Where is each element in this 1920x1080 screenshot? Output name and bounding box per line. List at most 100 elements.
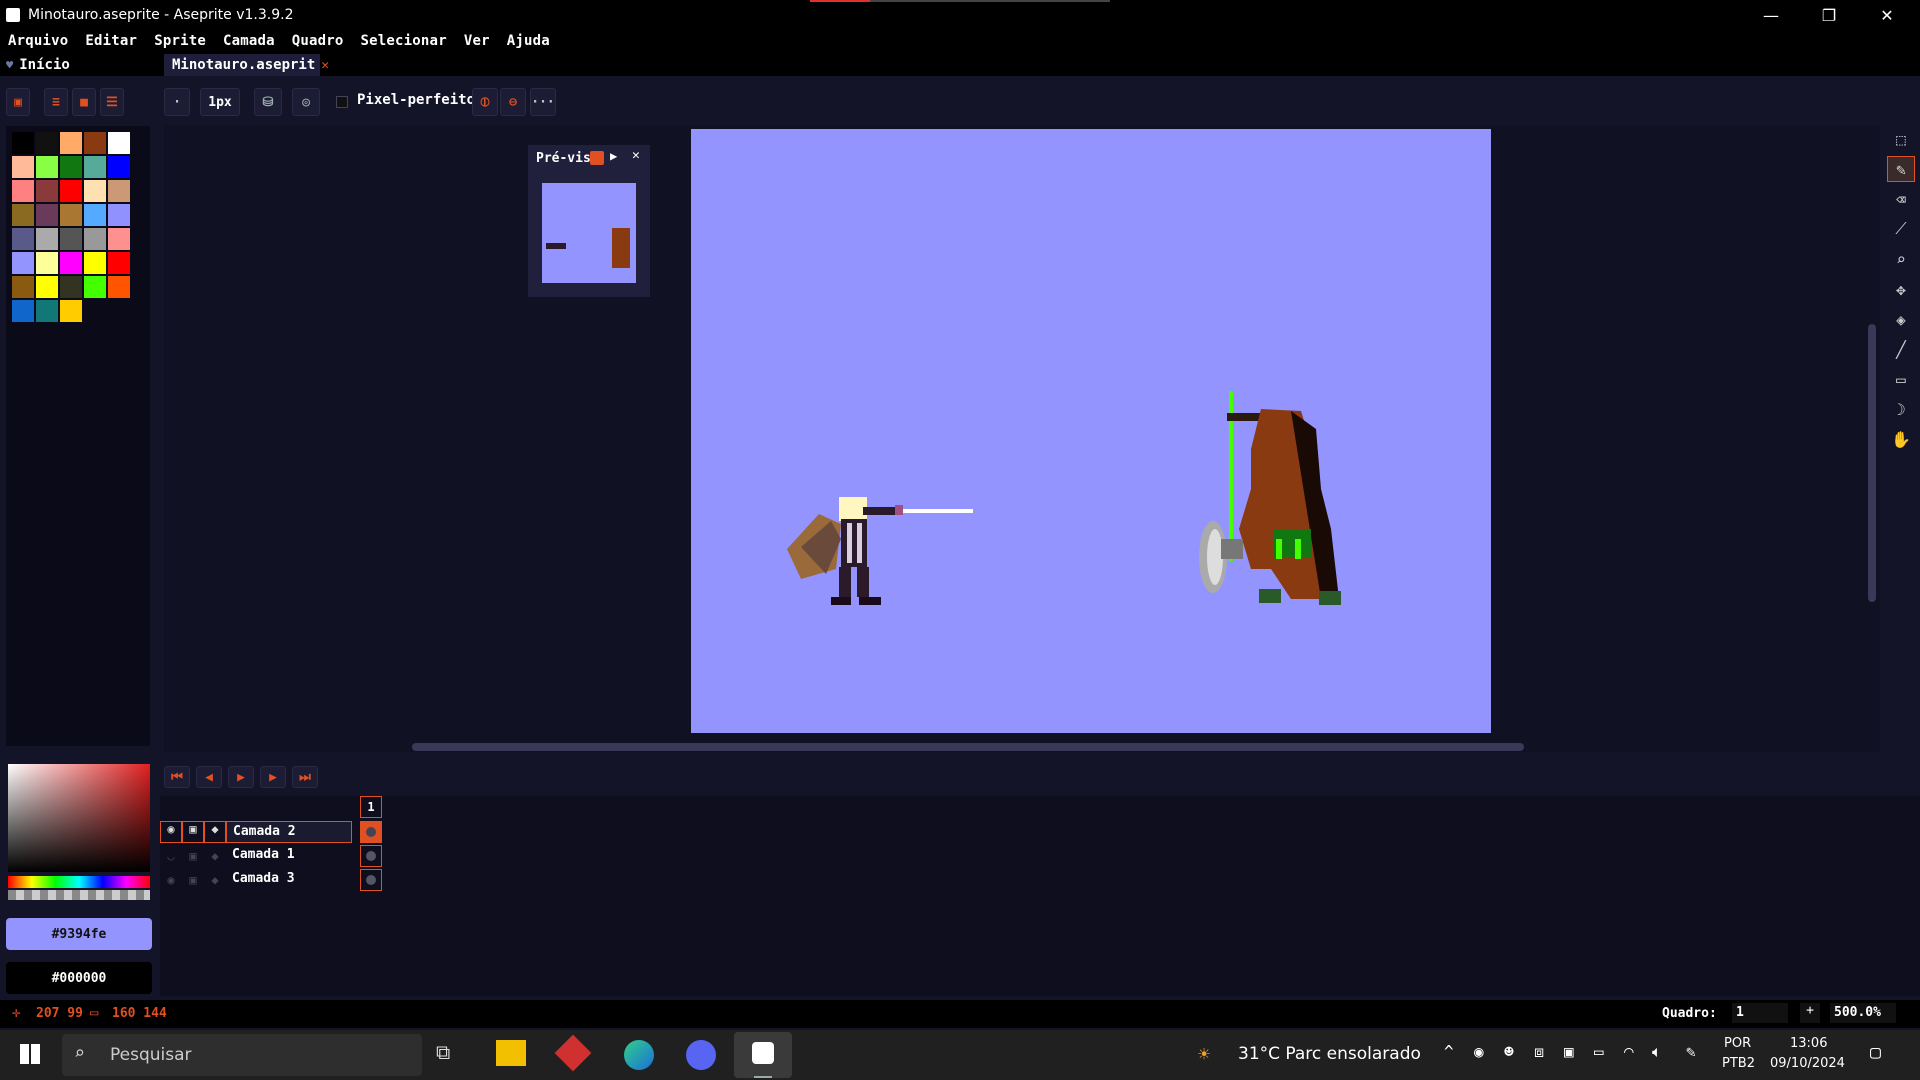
tab-file[interactable]: Minotauro.aseprit ✕ <box>164 54 329 76</box>
play-icon[interactable]: ▶ <box>228 766 254 788</box>
contour-tool-icon[interactable]: ☽ <box>1887 396 1915 422</box>
eye-hidden-icon[interactable]: ◡ <box>160 849 182 863</box>
zoom-input[interactable]: 500.0% <box>1830 1003 1896 1023</box>
palette-swatch[interactable] <box>12 156 34 178</box>
symmetry-vertical-icon[interactable]: ⦶ <box>472 88 498 116</box>
continuous-icon[interactable]: ◆ <box>204 873 226 887</box>
pen-icon[interactable]: ✎ <box>1686 1042 1696 1061</box>
first-frame-icon[interactable]: ⏮ <box>164 766 190 788</box>
ink-icon[interactable]: ⛁ <box>254 88 282 116</box>
cel[interactable] <box>360 869 382 891</box>
frame-header[interactable]: 1 <box>360 796 382 818</box>
tray-chevron-icon[interactable]: ^ <box>1444 1042 1454 1061</box>
layer-row[interactable]: ◉ ▣ ◆ Camada 3 <box>160 868 550 892</box>
discord-icon[interactable] <box>686 1040 716 1070</box>
palette-swatch[interactable] <box>12 204 34 226</box>
blur-tool-icon[interactable]: ✋ <box>1887 426 1915 452</box>
palette-swatch[interactable] <box>60 156 82 178</box>
palette-swatch[interactable] <box>60 180 82 202</box>
menu-arquivo[interactable]: Arquivo <box>8 33 68 49</box>
minimize-button[interactable]: — <box>1742 0 1800 30</box>
menu-camada[interactable]: Camada <box>223 33 275 49</box>
opacity-icon[interactable]: ◎ <box>292 88 320 116</box>
eyedropper-tool-icon[interactable]: ⟋ <box>1887 216 1915 242</box>
foreground-color-button[interactable]: #9394fe <box>6 918 152 950</box>
palette-swatch[interactable] <box>60 204 82 226</box>
tray-record-icon[interactable]: ◉ <box>1474 1042 1484 1061</box>
tray-camera-icon[interactable]: ⧈ <box>1534 1042 1544 1062</box>
palette-swatch[interactable] <box>84 180 106 202</box>
palette-swatch[interactable] <box>108 204 130 226</box>
cel[interactable] <box>360 821 382 843</box>
tab-home[interactable]: ♥ Início <box>6 54 156 76</box>
symmetry-horizontal-icon[interactable]: ⊖ <box>500 88 526 116</box>
menu-selecionar[interactable]: Selecionar <box>361 33 447 49</box>
preview-close-icon[interactable]: ✕ <box>632 148 640 163</box>
last-frame-icon[interactable]: ⏭ <box>292 766 318 788</box>
continuous-icon[interactable]: ◆ <box>204 821 226 843</box>
notification-icon[interactable]: ▢ <box>1870 1042 1881 1063</box>
palette-swatch[interactable] <box>84 276 106 298</box>
palette-swatch[interactable] <box>12 180 34 202</box>
maximize-button[interactable]: ❐ <box>1800 0 1858 30</box>
preview-panel[interactable]: Pré-vis ▶ ✕ <box>528 145 650 297</box>
list-icon[interactable]: ☰ <box>100 88 124 116</box>
palette-swatch[interactable] <box>108 228 130 250</box>
pixel-perfect-checkbox[interactable] <box>336 96 348 108</box>
palette-swatch[interactable] <box>60 252 82 274</box>
more-options-button[interactable]: ··· <box>530 88 556 116</box>
lock-layer-icon[interactable]: ▣ <box>182 849 204 863</box>
edge-browser-icon[interactable] <box>624 1040 654 1070</box>
layer-name[interactable]: Camada 3 <box>226 869 352 891</box>
vertical-scrollbar[interactable] <box>1868 324 1876 602</box>
tray-discord-icon[interactable]: ☻ <box>1504 1042 1514 1061</box>
palette-swatch[interactable] <box>60 132 82 154</box>
menu-editar[interactable]: Editar <box>85 33 137 49</box>
palette-swatch[interactable] <box>36 276 58 298</box>
taskbar-search-box[interactable]: ⌕ Pesquisar <box>62 1034 422 1076</box>
aseprite-taskbar-button[interactable] <box>734 1032 792 1078</box>
palette-swatch[interactable] <box>84 204 106 226</box>
marquee-tool-icon[interactable]: ⬚ <box>1887 126 1915 152</box>
menu-quadro[interactable]: Quadro <box>292 33 344 49</box>
palette-swatch[interactable] <box>36 300 58 322</box>
palette-swatch[interactable] <box>84 156 106 178</box>
git-app-icon[interactable] <box>554 1034 592 1072</box>
palette-swatch[interactable] <box>36 228 58 250</box>
tray-screen-icon[interactable]: ▣ <box>1564 1042 1574 1061</box>
weather-text[interactable]: 31°C Parc ensolarado <box>1238 1044 1421 1064</box>
layer-row[interactable]: ◉ ▣ ◆ Camada 2 <box>160 820 550 844</box>
palette-swatch[interactable] <box>60 276 82 298</box>
palette-swatch[interactable] <box>36 132 58 154</box>
preview-zoom-icon[interactable] <box>590 151 604 165</box>
pencil-tool-icon[interactable]: ✎ <box>1887 156 1915 182</box>
palette-swatch[interactable] <box>60 300 82 322</box>
next-frame-icon[interactable]: ▶ <box>260 766 286 788</box>
horizontal-scrollbar[interactable] <box>412 743 1524 751</box>
file-explorer-icon[interactable] <box>496 1040 526 1066</box>
fill-tool-icon[interactable]: ◈ <box>1887 306 1915 332</box>
line-tool-icon[interactable]: ╱ <box>1887 336 1915 362</box>
add-frame-button[interactable]: + <box>1800 1003 1820 1023</box>
rectangle-tool-icon[interactable]: ▭ <box>1887 366 1915 392</box>
background-color-button[interactable]: #000000 <box>6 962 152 994</box>
eraser-tool-icon[interactable]: ⌫ <box>1887 186 1915 212</box>
cel[interactable] <box>360 845 382 867</box>
palette-swatch[interactable] <box>108 156 130 178</box>
menu-ver[interactable]: Ver <box>464 33 490 49</box>
lock-layer-icon[interactable]: ▣ <box>182 821 204 843</box>
eye-icon[interactable]: ◉ <box>160 873 182 887</box>
palette-swatch[interactable] <box>12 276 34 298</box>
color-spectrum[interactable] <box>8 764 150 872</box>
palette-swatch[interactable] <box>12 300 34 322</box>
palette-swatch[interactable] <box>12 252 34 274</box>
palette-swatch[interactable] <box>12 228 34 250</box>
layer-name[interactable]: Camada 1 <box>226 845 352 867</box>
zoom-tool-icon[interactable]: ⌕ <box>1887 246 1915 272</box>
task-view-icon[interactable]: ⧉ <box>436 1040 450 1064</box>
palette-swatch[interactable] <box>84 228 106 250</box>
close-window-button[interactable]: ✕ <box>1858 0 1916 30</box>
wifi-icon[interactable]: ◠ <box>1624 1042 1634 1061</box>
alpha-slider[interactable] <box>8 890 150 900</box>
hue-slider[interactable] <box>8 876 150 888</box>
